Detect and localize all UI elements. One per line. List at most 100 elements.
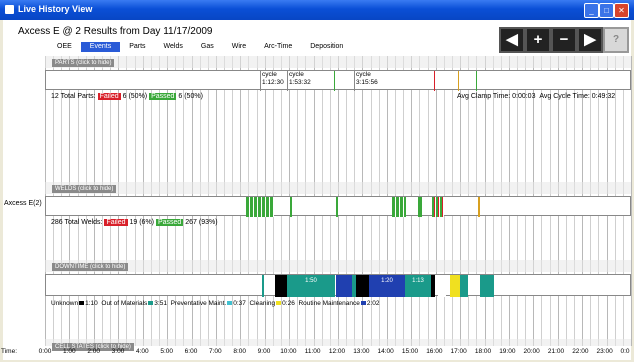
timeline-grid: PARTS (click to hide) cycle 1:12:30 cycle… (45, 56, 632, 351)
axis-tick-label: 16:00 (426, 348, 443, 355)
weld-fail-block (432, 197, 444, 217)
axis-tick-label: 17:00 (450, 348, 467, 355)
legend-swatch (79, 301, 85, 305)
tab-oee[interactable]: OEE (48, 42, 81, 52)
legend-swatch (148, 301, 154, 305)
part-pass-marker (334, 71, 335, 91)
passed-badge: Passed (155, 219, 184, 226)
app-icon (5, 5, 14, 14)
downtime-segment: 1:13 (405, 275, 431, 297)
tab-gas[interactable]: Gas (192, 42, 223, 52)
tab-parts[interactable]: Parts (120, 42, 154, 52)
live-history-window: Live History View _ □ ✕ Axcess E @ 2 Res… (0, 0, 634, 362)
axis-tick-label: 20:00 (523, 348, 540, 355)
passed-badge: Passed (149, 93, 177, 100)
part-fail-marker (434, 71, 435, 91)
axis-tick-label: 23:00 (596, 348, 613, 355)
part-marker (458, 71, 459, 91)
axis-tick-label: 13:00 (353, 348, 370, 355)
axis-tick-label: 4:00 (136, 348, 149, 355)
axis-label: Time: (1, 348, 18, 355)
avg-times: Avg Clamp Time: 0:00:03 Avg Cycle Time: … (457, 93, 616, 100)
tab-welds[interactable]: Welds (155, 42, 192, 52)
axis-tick-label: 22:00 (572, 348, 589, 355)
left-arrow-icon[interactable]: ◀ (499, 27, 525, 53)
axis-tick-label: 14:00 (377, 348, 394, 355)
tab-bar: OEE Events Parts Welds Gas Wire Arc-Time… (48, 42, 352, 52)
axis-tick-label: 21:00 (547, 348, 565, 355)
downtime-segment (450, 275, 460, 297)
title-bar: Live History View _ □ ✕ (0, 0, 634, 20)
parts-strip: cycle 1:12:30 cycle 1:53:32 cycle 3:15:56 (45, 70, 631, 91)
axis-tick-label: 19:00 (499, 348, 516, 355)
cycle-label: cycle 1:12:30 (262, 71, 284, 86)
tab-arc-time[interactable]: Arc-Time (255, 42, 301, 52)
axis-tick-label: 1:00 (63, 348, 76, 355)
failed-badge: Failed (104, 219, 128, 226)
axis-tick-label: 10:00 (280, 348, 297, 355)
tab-events[interactable]: Events (80, 42, 121, 52)
axis-tick-label: 15:00 (401, 348, 419, 355)
downtime-segment (431, 275, 435, 297)
axis-tick-label: 0:0 (620, 348, 630, 355)
axis-tick-label: 3:00 (111, 348, 125, 355)
weld-pass-block (418, 197, 422, 217)
time-axis: Time: 0:00 1:00 2:00 3:00 4:00 5:00 6:00 7:00 8:… (0, 348, 634, 360)
welds-strip (45, 196, 631, 217)
minus-icon[interactable]: − (551, 27, 577, 53)
axis-tick-label: 11:00 (304, 348, 321, 355)
legend-swatch (360, 301, 366, 305)
part-pass-marker (476, 71, 477, 91)
downtime-segment (480, 275, 494, 297)
window-title: Live History View (18, 4, 93, 14)
weld-pass-block (336, 197, 338, 217)
downtime-segment (438, 275, 446, 297)
axis-tick-label: 8:00 (233, 348, 246, 355)
maximize-icon[interactable]: □ (599, 3, 614, 18)
axis-tick-label: 12:00 (328, 348, 346, 355)
parts-header-band (45, 56, 631, 68)
downtime-segment (336, 275, 352, 297)
downtime-strip: 1:50 1:20 1:13 (45, 274, 631, 297)
tab-wire[interactable]: Wire (223, 42, 255, 52)
parts-summary: 12 Total Parts: Failed 6 (50%) Passed 6 … (51, 93, 203, 100)
weld-pass-block (392, 197, 406, 217)
parts-toggle[interactable]: PARTS (click to hide) (52, 59, 115, 67)
help-icon[interactable]: ? (603, 27, 629, 53)
welds-summary: 286 Total Welds: Failed 19 (6%) Passed 2… (51, 219, 218, 226)
tab-deposition[interactable]: Deposition (301, 42, 352, 52)
page-title: Axcess E @ 2 Results from Day 11/17/2009 (18, 26, 213, 37)
cycle-label: cycle 3:15:56 (356, 71, 378, 86)
downtime-summary: Unknown 1:10 Out of Materials 3:51 Prevent… (51, 300, 380, 307)
weld-marker (478, 197, 480, 217)
axis-tick-label: 18:00 (474, 348, 492, 355)
welds-toggle[interactable]: WELDS (click to hide) (52, 185, 117, 193)
right-arrow-icon[interactable]: ▶ (577, 27, 603, 53)
legend-swatch (276, 301, 282, 305)
legend-swatch (227, 301, 233, 305)
axis-tick-label: 2:00 (87, 348, 100, 355)
plus-icon[interactable]: + (525, 27, 551, 53)
axis-tick-label: 5:00 (160, 348, 173, 355)
cycle-label: cycle 1:53:32 (289, 71, 311, 86)
downtime-segment: 1:50 (287, 275, 335, 297)
downtime-header-band (45, 260, 631, 272)
minimize-icon[interactable]: _ (584, 3, 599, 18)
grid-line (631, 56, 632, 346)
axis-tick-label: 7:00 (209, 348, 222, 355)
downtime-toggle[interactable]: DOWNTIME (click to hide) (52, 263, 129, 271)
downtime-segment (356, 275, 369, 297)
failed-badge: Failed (97, 93, 121, 100)
downtime-segment (262, 275, 264, 297)
close-icon[interactable]: ✕ (614, 3, 629, 18)
welds-header-band (45, 182, 631, 194)
main-panel: Axcess E @ 2 Results from Day 11/17/2009… (3, 20, 632, 360)
axis-tick-label: 0:00 (38, 348, 52, 355)
weld-pass-block (290, 197, 292, 217)
weld-pass-block (246, 197, 274, 217)
axis-tick-label: 9:00 (257, 348, 271, 355)
downtime-segment: 1:20 (369, 275, 405, 297)
axis-tick-label: 6:00 (184, 348, 198, 355)
machine-label: Axcess E(2) (4, 200, 42, 207)
downtime-segment (275, 275, 287, 297)
